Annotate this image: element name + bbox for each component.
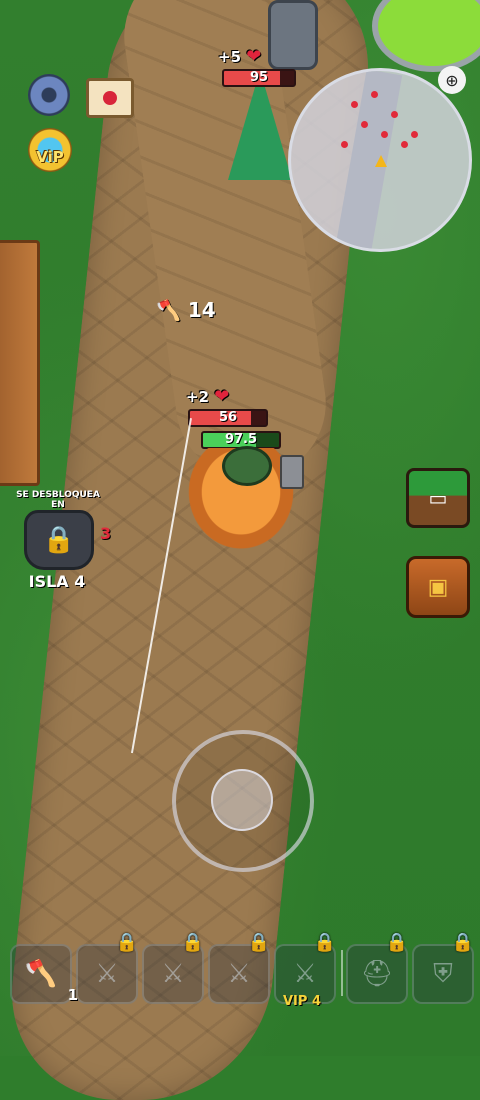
sword-icon: ⚔ [227, 959, 251, 989]
shield-icon: ⛨ [433, 958, 453, 989]
stone-pillar [268, 0, 318, 70]
minimap[interactable] [288, 68, 472, 252]
minimap-enemy-dot [381, 131, 388, 138]
axe-icon: 🪓 [156, 298, 181, 322]
sword-icon: ⚔ [95, 959, 119, 989]
axe-icon: 🪓 [24, 959, 58, 989]
lock-icon: 🔒 [451, 932, 474, 953]
lock-icon: 🔒 [181, 932, 204, 953]
vip-slot-label: VIP 4 [283, 994, 321, 1009]
minimap-player-arrow [375, 155, 387, 167]
minimap-enemy-dot [351, 101, 358, 108]
axe-resource: 🪓 14 [156, 298, 216, 322]
minimap-enemy-dot [391, 111, 398, 118]
player-head [222, 446, 272, 486]
unlock-title: SE DESBLOQUEA EN [16, 490, 100, 510]
heart-icon: ❤ [214, 386, 230, 407]
helmet-icon: ⛑ [360, 959, 394, 989]
player-hp-bar: 56 [188, 409, 268, 427]
unlock-island-label: ISLA 4 [28, 572, 86, 591]
minimap-enemy-dot [361, 121, 368, 128]
gold-lock-icon: 🔒 [313, 932, 336, 953]
player-hp-gain-text: +2 [186, 388, 210, 406]
lock-icon: 🔒 [247, 932, 270, 953]
minimap-enemy-dot [401, 141, 408, 148]
wooden-fence [0, 240, 40, 486]
zoom-in-icon[interactable]: ⊕ [438, 66, 466, 94]
sword-icon: ⚔ [293, 959, 317, 989]
lock-icon[interactable]: 🔒 [24, 510, 94, 570]
chest-icon: ▣ [427, 574, 449, 600]
minimap-enemy-dot [411, 131, 418, 138]
minimap-enemy-dot [371, 91, 378, 98]
hotbar-slot-locked[interactable]: ⚔ 🔒 [142, 932, 204, 1004]
hotbar-slot-locked[interactable]: ⚔ 🔒 [208, 932, 270, 1004]
lock-icon: 🔒 [115, 932, 138, 953]
shop-button[interactable]: ▭ [406, 468, 470, 528]
enemy-hp-bar: 95 [222, 69, 296, 87]
hotbar-slot-shield[interactable]: ⛨ 🔒 [412, 932, 474, 1004]
vip-label: ViP [36, 148, 64, 166]
hotbar-slot-locked[interactable]: ⚔ 🔒 [76, 932, 138, 1004]
chest-button[interactable]: ▣ [406, 556, 470, 618]
hotbar-slot-helmet[interactable]: ⛑ 🔒 [346, 932, 408, 1004]
enemy-hp-gain: +5 ❤ [218, 46, 261, 67]
hotbar-divider [341, 950, 343, 996]
hammer-icon [280, 455, 304, 489]
minimap-road [335, 71, 403, 249]
enemy-hp-value: 95 [249, 70, 269, 85]
shop-icon: ▭ [428, 486, 448, 510]
settings-gear-button[interactable] [28, 74, 70, 116]
player-hp-value: 56 [218, 410, 238, 425]
mail-button[interactable] [86, 78, 134, 118]
hotbar-slot-axe[interactable]: 🪓 1 [10, 944, 78, 1004]
minimap-enemy-dot [341, 141, 348, 148]
enemy-hp-gain-text: +5 [218, 48, 242, 66]
heart-icon: ❤ [246, 46, 262, 67]
player-stamina-value: 97.5 [224, 432, 258, 447]
vip-button[interactable]: ViP [28, 128, 72, 172]
player-hp-gain: +2 ❤ [186, 386, 229, 407]
joystick-thumb[interactable] [211, 769, 273, 831]
sword-icon: ⚔ [161, 959, 185, 989]
axe-count-value: 14 [187, 298, 216, 322]
unlock-count: 3 [100, 524, 112, 543]
lock-icon: 🔒 [385, 932, 408, 953]
